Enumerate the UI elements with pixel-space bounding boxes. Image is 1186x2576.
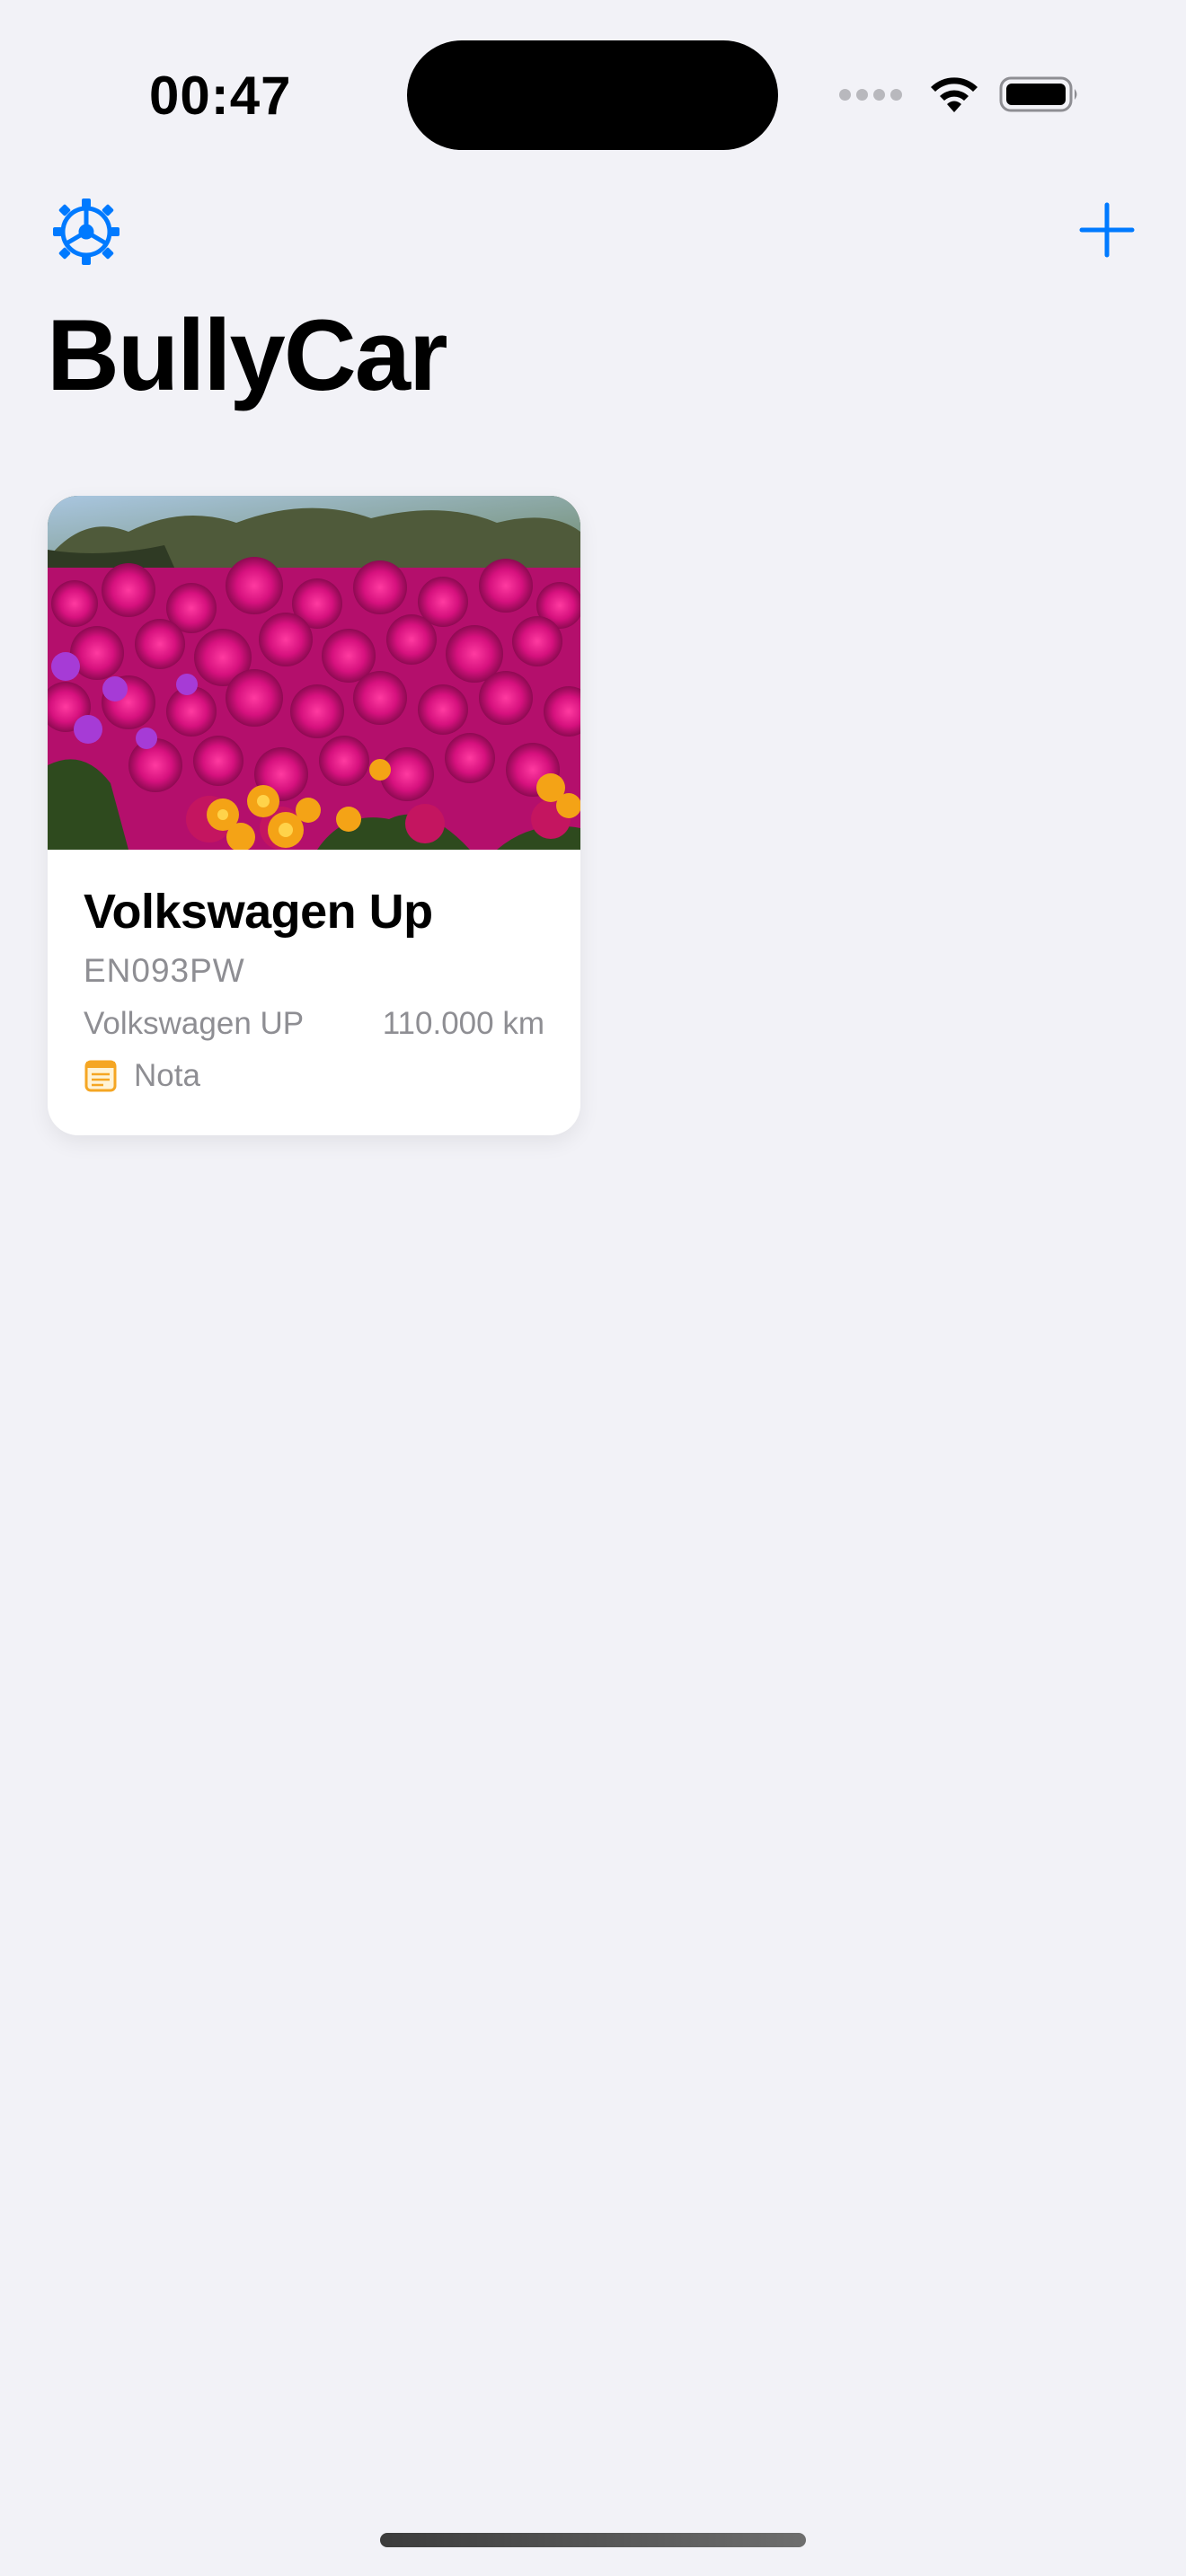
dynamic-island xyxy=(407,40,778,150)
plus-icon xyxy=(1079,202,1135,258)
status-time: 00:47 xyxy=(149,66,292,126)
home-indicator[interactable] xyxy=(380,2533,806,2547)
vehicle-model: Volkswagen UP xyxy=(84,1006,305,1042)
gear-icon xyxy=(53,198,119,265)
cellular-signal-icon xyxy=(839,88,902,101)
page-title: BullyCar xyxy=(47,299,448,411)
vehicle-details-row: Volkswagen UP 110.000 km xyxy=(84,1006,544,1042)
note-icon xyxy=(84,1060,117,1092)
vehicle-plate: EN093PW xyxy=(84,952,245,990)
vehicle-card[interactable]: Volkswagen Up EN093PW Volkswagen UP 110.… xyxy=(48,496,580,1135)
vehicle-note: Nota xyxy=(84,1058,544,1094)
vehicle-note-label: Nota xyxy=(134,1058,200,1094)
add-vehicle-button[interactable] xyxy=(1078,201,1136,259)
settings-button[interactable] xyxy=(50,196,122,268)
vehicle-name: Volkswagen Up xyxy=(84,885,433,939)
vehicle-photo xyxy=(48,496,580,850)
battery-icon xyxy=(999,76,1077,112)
vehicle-mileage: 110.000 km xyxy=(382,1006,544,1042)
vehicle-card-body: Volkswagen Up EN093PW Volkswagen UP 110.… xyxy=(48,850,580,1094)
wifi-icon xyxy=(931,77,978,112)
garage-screen: 00:47 BullyCar Volkswagen Up EN093PW Vol… xyxy=(0,0,1186,2576)
status-icons xyxy=(839,72,1080,117)
